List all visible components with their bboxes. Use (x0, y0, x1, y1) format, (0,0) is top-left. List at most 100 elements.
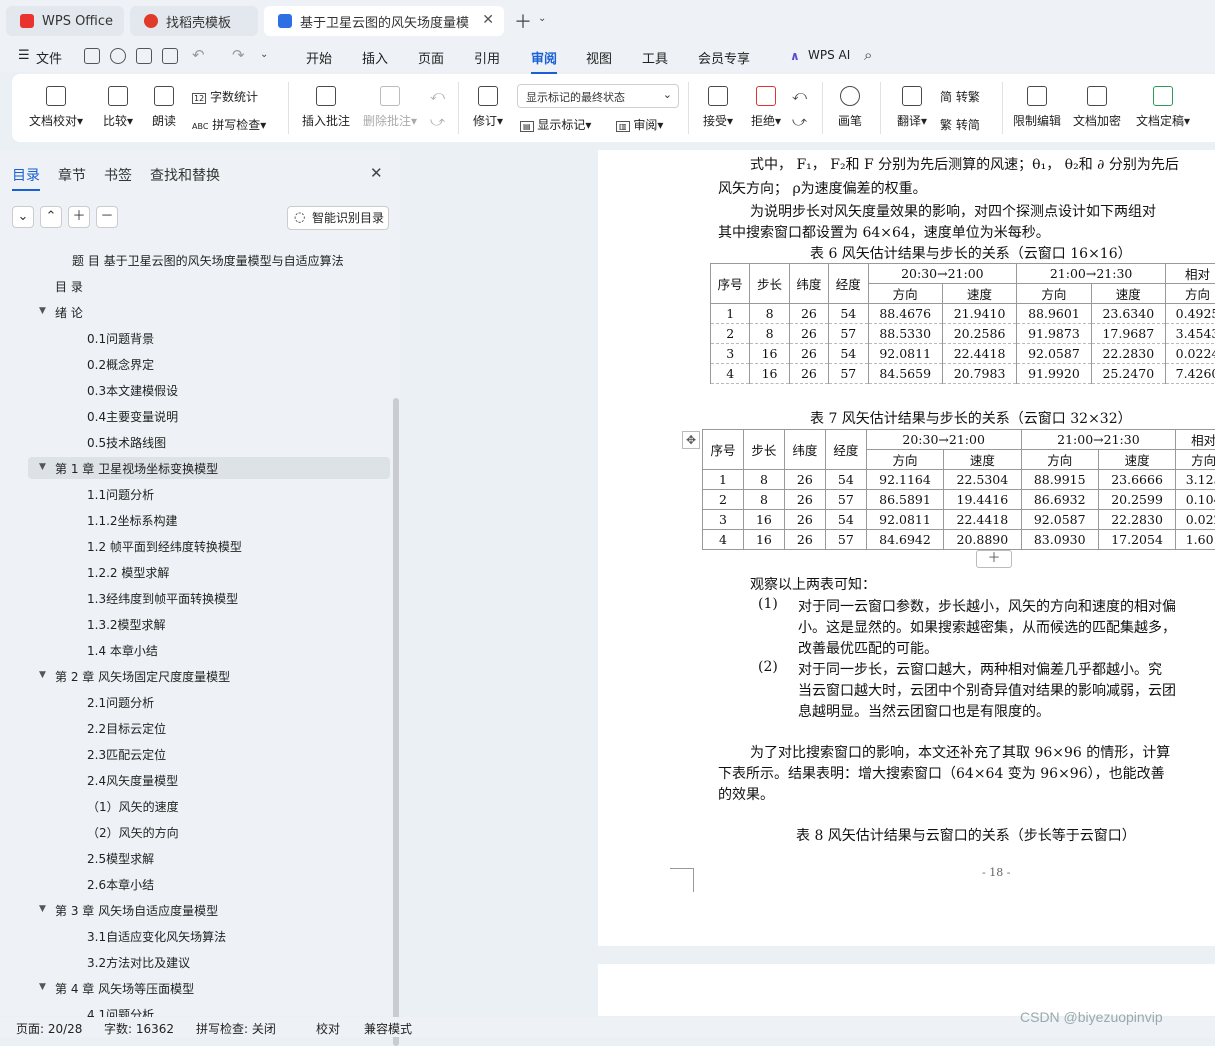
prev-change-icon[interactable]: ⤺ (792, 88, 807, 104)
collapse-arrow-icon[interactable]: ▼ (39, 982, 46, 992)
doc-proof-button[interactable]: 文档校对▾ (28, 86, 84, 129)
add-row-button[interactable]: ＋ (976, 550, 1012, 568)
proof-status[interactable]: 校对 (316, 1020, 340, 1037)
translate-button[interactable]: 翻译▾ (892, 86, 932, 129)
toc-item[interactable]: 0.3本文建模假设 (87, 382, 178, 399)
menu-wps-ai[interactable]: WPS AI (808, 48, 850, 62)
toc-item[interactable]: （1）风矢的速度 (87, 798, 179, 815)
table-row[interactable]: 416265784.565920.798391.992025.24707.426… (711, 364, 1215, 384)
redo-icon[interactable]: ↷ (232, 46, 245, 64)
table-cell[interactable]: 26 (789, 304, 828, 324)
table-cell[interactable]: 7.4260 (1166, 364, 1215, 384)
table-cell[interactable]: 23.6666 (1098, 470, 1175, 490)
toc-item[interactable]: （2）风矢的方向 (87, 824, 179, 841)
table-cell[interactable]: 16 (743, 510, 784, 530)
toc-item[interactable]: 2.4风矢度量模型 (87, 772, 178, 789)
toc-item[interactable]: 3.1自适应变化风矢场算法 (87, 928, 226, 945)
smart-toc-button[interactable]: ◌ 智能识别目录 (287, 206, 389, 230)
track-changes-button[interactable]: 修订▾ (468, 86, 508, 129)
compare-button[interactable]: 比较▾ (98, 86, 138, 129)
search-icon[interactable]: ⌕ (864, 46, 872, 64)
tab-document[interactable]: 基于卫星云图的风矢场度量模 ✕ (264, 6, 504, 36)
toc-item[interactable]: 0.2概念界定 (87, 356, 154, 373)
toc-item[interactable]: ▼第 4 章 风矢场等压面模型 (55, 980, 194, 997)
table-cell[interactable]: 22.5304 (944, 470, 1021, 490)
table-cell[interactable]: 57 (829, 364, 868, 384)
table-cell[interactable]: 88.9601 (1017, 304, 1091, 324)
table-cell[interactable]: 1.601 (1176, 530, 1215, 550)
toc-item[interactable]: 2.5模型求解 (87, 850, 154, 867)
toc-item[interactable]: 1.4 本章小结 (87, 642, 158, 659)
table-cell[interactable]: 20.2586 (942, 324, 1016, 344)
table-cell[interactable]: 22.4418 (944, 510, 1021, 530)
table-6[interactable]: 序号步长纬度经度20:30→21:0021:00→21:30相对方向速度方向速度… (710, 263, 1215, 384)
menu-tools[interactable]: 工具 (642, 48, 668, 67)
table-cell[interactable]: 84.5659 (868, 364, 942, 384)
table-row[interactable]: 18265492.116422.530488.991523.66663.125 (703, 470, 1215, 490)
spell-check-button[interactable]: ABC 拼写检查▾ (192, 116, 266, 133)
table-cell[interactable]: 8 (750, 304, 789, 324)
next-comment-icon[interactable]: ⤻ (430, 114, 445, 130)
new-tab-icon[interactable]: ＋ (514, 8, 532, 34)
table-cell[interactable]: 20.7983 (942, 364, 1016, 384)
table-row[interactable]: 28265786.589119.441686.693220.25990.104 (703, 490, 1215, 510)
delete-comment-button[interactable]: 删除批注▾ (360, 86, 420, 129)
menu-page[interactable]: 页面 (418, 48, 444, 67)
table-cell[interactable]: 2 (703, 490, 744, 510)
tab-toc[interactable]: 目录 (12, 165, 40, 185)
table-cell[interactable]: 17.2054 (1098, 530, 1175, 550)
table-cell[interactable]: 3.125 (1176, 470, 1215, 490)
table-cell[interactable]: 1 (711, 304, 750, 324)
table-cell[interactable]: 2 (711, 324, 750, 344)
table-cell[interactable]: 26 (784, 530, 825, 550)
toc-item[interactable]: 0.1问题背景 (87, 330, 154, 347)
toc-item[interactable]: 目 录 (55, 278, 83, 295)
table-cell[interactable]: 21.9410 (942, 304, 1016, 324)
toc-item[interactable]: 0.5技术路线图 (87, 434, 166, 451)
read-aloud-button[interactable]: 朗读 (148, 86, 180, 129)
toc-item[interactable]: 1.3经纬度到帧平面转换模型 (87, 590, 238, 607)
word-count-button[interactable]: 12 字数统计 (192, 88, 258, 105)
table-cell[interactable]: 8 (743, 490, 784, 510)
table-cell[interactable]: 54 (829, 344, 868, 364)
expand-all-button[interactable]: ⌄ (12, 206, 34, 228)
word-count-indicator[interactable]: 字数: 16362 (104, 1020, 174, 1037)
toc-item[interactable]: 1.1.2坐标系构建 (87, 512, 178, 529)
table-cell[interactable]: 57 (825, 530, 866, 550)
collapse-arrow-icon[interactable]: ▼ (39, 904, 46, 914)
table-cell[interactable]: 86.6932 (1021, 490, 1098, 510)
table-cell[interactable]: 16 (750, 344, 789, 364)
table-cell[interactable]: 0.022 (1176, 510, 1215, 530)
toc-item[interactable]: 题 目 基于卫星云图的风矢场度量模型与自适应算法 (72, 252, 344, 269)
table-cell[interactable]: 88.5330 (868, 324, 942, 344)
menu-insert[interactable]: 插入 (362, 48, 388, 67)
show-markup-button[interactable]: ▤ 显示标记▾ (520, 116, 591, 133)
table-cell[interactable]: 86.5891 (866, 490, 943, 510)
table-cell[interactable]: 92.0811 (868, 344, 942, 364)
toc-item[interactable]: 1.2.2 模型求解 (87, 564, 169, 581)
table-cell[interactable]: 8 (750, 324, 789, 344)
table-cell[interactable]: 4 (703, 530, 744, 550)
table-cell[interactable]: 23.6340 (1091, 304, 1165, 324)
spell-check-status[interactable]: 拼写检查: 关闭 (196, 1020, 276, 1037)
table-cell[interactable]: 3 (703, 510, 744, 530)
table-cell[interactable]: 54 (825, 510, 866, 530)
print-preview-icon[interactable] (162, 48, 178, 64)
table-cell[interactable]: 19.4416 (944, 490, 1021, 510)
table-cell[interactable]: 57 (829, 324, 868, 344)
restrict-edit-button[interactable]: 限制编辑 (1012, 86, 1062, 129)
table-cell[interactable]: 22.2830 (1091, 344, 1165, 364)
toc-item[interactable]: ▼绪 论 (55, 304, 83, 321)
table-cell[interactable]: 22.4418 (942, 344, 1016, 364)
table-cell[interactable]: 26 (784, 510, 825, 530)
table-cell[interactable]: 91.9873 (1017, 324, 1091, 344)
display-mode-select[interactable]: 显示标记的最终状态 ⌄ (517, 84, 679, 108)
table-row[interactable]: 316265492.081122.441892.058722.28300.022… (711, 344, 1215, 364)
toc-item[interactable]: 2.6本章小结 (87, 876, 154, 893)
tab-template[interactable]: 找稻壳模板 (130, 6, 258, 36)
more-chevron-icon[interactable]: ⌄ (260, 49, 268, 60)
toc-item[interactable]: 2.1问题分析 (87, 694, 154, 711)
undo-icon[interactable]: ↶ (192, 46, 205, 64)
link-icon[interactable] (110, 48, 126, 64)
print-icon[interactable] (136, 48, 152, 64)
